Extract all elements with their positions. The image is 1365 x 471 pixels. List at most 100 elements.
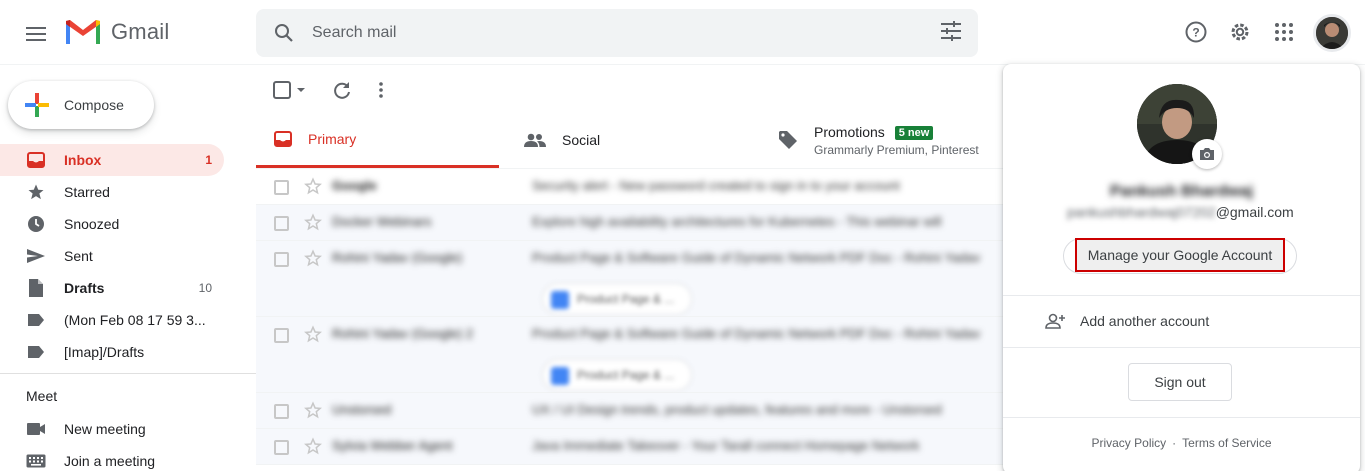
account-name: Pankush Bhardwaj [1109, 183, 1254, 200]
search-input[interactable] [312, 21, 912, 45]
keyboard-icon [26, 451, 46, 471]
sidebar-item-starred[interactable]: Starred [0, 176, 224, 208]
gmail-logo[interactable]: Gmail [64, 18, 169, 46]
star-outline-icon[interactable] [304, 401, 322, 419]
add-another-account-button[interactable]: Add another account [1003, 296, 1360, 346]
row-checkbox[interactable] [274, 216, 289, 231]
refresh-icon[interactable] [330, 78, 354, 102]
unread-count: 1 [205, 153, 212, 167]
sidebar-item-label: Sent [64, 248, 93, 264]
sidebar-item-label-mon-feb[interactable]: (Mon Feb 08 17 59 3... [0, 304, 224, 336]
popup-footer: Privacy Policy · Terms of Service [1003, 436, 1360, 450]
sidebar-item-label: Drafts [64, 280, 105, 296]
star-outline-icon[interactable] [304, 325, 322, 343]
email-row[interactable]: Rohini Yadav (Google) Product Page & Sof… [256, 241, 1016, 317]
email-sender: Rohini Yadav (Google) 2 [332, 326, 474, 341]
star-outline-icon[interactable] [304, 177, 322, 195]
video-camera-icon [26, 419, 46, 439]
search-bar [256, 9, 978, 57]
meet-new-meeting[interactable]: New meeting [0, 413, 224, 445]
email-subject: Explore high availability architectures … [532, 214, 942, 229]
row-checkbox[interactable] [274, 440, 289, 455]
star-outline-icon[interactable] [304, 213, 322, 231]
popup-divider [1003, 347, 1360, 348]
star-icon [26, 182, 46, 202]
label-tag-icon [26, 310, 46, 330]
email-local-part: pankushbhardwaj07202 [1067, 204, 1216, 220]
email-row[interactable]: Unstorsed UX / UI Design trends, product… [256, 393, 1016, 429]
star-outline-icon[interactable] [304, 249, 322, 267]
sidebar-item-label: Starred [64, 184, 110, 200]
sign-out-button[interactable]: Sign out [1128, 363, 1232, 401]
email-subject: Product Page & Software Guide of Dynamic… [532, 250, 981, 265]
svg-text:?: ? [1192, 26, 1199, 40]
footer-separator: · [1172, 436, 1177, 450]
main-menu-button[interactable] [16, 14, 56, 54]
row-checkbox[interactable] [274, 180, 289, 195]
email-subject: Product Page & Software Guide of Dynamic… [532, 326, 981, 341]
sidebar-item-label: Inbox [64, 152, 102, 168]
sidebar-item-snoozed[interactable]: Snoozed [0, 208, 224, 240]
account-avatar-button[interactable] [1313, 14, 1351, 52]
row-checkbox[interactable] [274, 404, 289, 419]
meet-item-label: Join a meeting [64, 453, 156, 469]
gmail-m-icon [66, 20, 100, 44]
row-checkbox[interactable] [274, 328, 289, 343]
sidebar-item-imap-drafts[interactable]: [Imap]/Drafts [0, 336, 224, 368]
people-icon [524, 133, 546, 147]
email-domain: @gmail.com [1215, 204, 1294, 220]
tab-social[interactable]: Social [524, 112, 764, 168]
attachment-name: Product Page & ... [577, 368, 675, 382]
change-photo-camera-icon[interactable] [1192, 139, 1222, 169]
sidebar-divider [0, 373, 256, 374]
send-icon [26, 246, 46, 266]
tag-icon [779, 131, 797, 149]
help-icon[interactable]: ? [1181, 17, 1211, 47]
search-options-icon[interactable] [940, 21, 964, 45]
meet-section-title: Meet [26, 388, 58, 404]
email-row[interactable]: Rohini Yadav (Google) 2 Product Page & S… [256, 317, 1016, 393]
sidebar-nav: Inbox 1 Starred Snoozed Sent Drafts 10 (… [0, 144, 256, 368]
terms-of-service-link[interactable]: Terms of Service [1182, 436, 1271, 450]
top-header: Gmail ? [0, 0, 1365, 65]
privacy-policy-link[interactable]: Privacy Policy [1091, 436, 1166, 450]
clock-icon [26, 214, 46, 234]
manage-google-account-button[interactable]: Manage your Google Account [1075, 238, 1285, 272]
tab-label: Primary [308, 130, 357, 147]
sidebar-item-drafts[interactable]: Drafts 10 [0, 272, 224, 304]
apps-grid-icon[interactable] [1269, 17, 1299, 47]
tab-promotions[interactable]: Promotions 5 new Grammarly Premium, Pint… [778, 112, 1018, 168]
email-sender: Sylvia Webber Agent [332, 438, 453, 453]
sidebar-item-sent[interactable]: Sent [0, 240, 224, 272]
row-checkbox[interactable] [274, 252, 289, 267]
attachment-chip[interactable]: Product Page & ... [542, 283, 692, 315]
email-list: Google Security alert - New password cre… [256, 169, 1016, 465]
attachment-chip[interactable]: Product Page & ... [542, 359, 692, 391]
email-subject: Security alert - New password created to… [532, 178, 900, 193]
draft-file-icon [26, 278, 46, 298]
compose-button[interactable]: Compose [8, 81, 154, 129]
sidebar-item-label: Snoozed [64, 216, 120, 232]
attachment-name: Product Page & ... [577, 292, 675, 306]
sidebar-item-label: [Imap]/Drafts [64, 344, 145, 360]
meet-item-label: New meeting [64, 421, 146, 437]
tab-label: Social [562, 132, 601, 148]
select-all-checkbox[interactable] [272, 78, 308, 102]
doc-attachment-icon [551, 367, 569, 385]
tab-label: Promotions [814, 123, 885, 140]
meet-join-meeting[interactable]: Join a meeting [0, 445, 224, 471]
email-row[interactable]: Docker Webinars Explore high availabilit… [256, 205, 1016, 241]
email-row[interactable]: Google Security alert - New password cre… [256, 169, 1016, 205]
email-row[interactable]: Sylvia Webber Agent Java Immediate Takeo… [256, 429, 1016, 465]
more-options-icon[interactable] [369, 78, 393, 102]
sidebar-item-label: (Mon Feb 08 17 59 3... [64, 312, 206, 328]
email-subject: UX / UI Design trends, product updates, … [532, 402, 942, 417]
sidebar-item-inbox[interactable]: Inbox 1 [0, 144, 224, 176]
search-icon[interactable] [270, 19, 298, 47]
promotions-senders: Grammarly Premium, Pinterest [814, 142, 979, 157]
email-sender: Rohini Yadav (Google) [332, 250, 463, 265]
star-outline-icon[interactable] [304, 437, 322, 455]
email-subject: Java Immediate Takeover - Your Tarall co… [532, 438, 920, 453]
tab-primary[interactable]: Primary [256, 112, 499, 168]
settings-gear-icon[interactable] [1225, 17, 1255, 47]
